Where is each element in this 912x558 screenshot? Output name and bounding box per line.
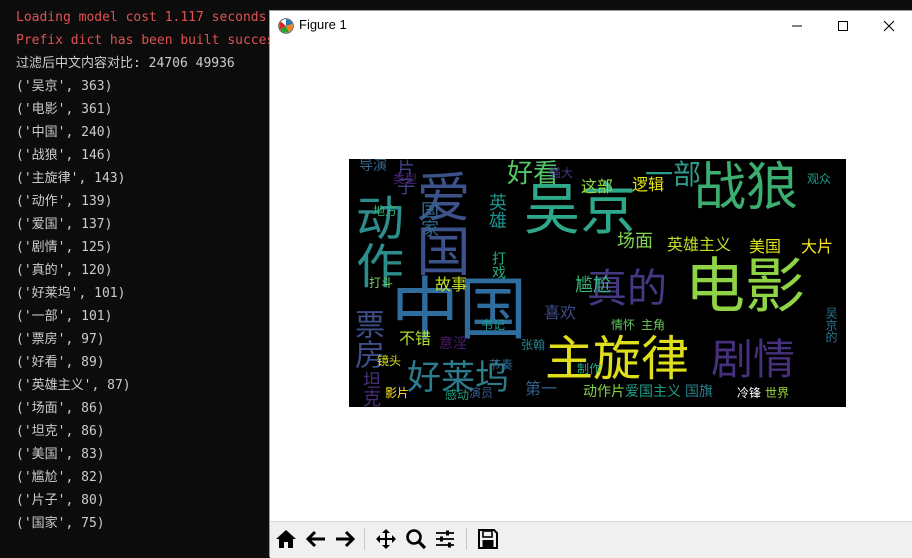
- toolbar-separator: [466, 528, 467, 550]
- word-cloud-word: 类型: [393, 172, 418, 186]
- console-line: Loading model cost 1.117 seconds.: [16, 10, 270, 25]
- word-cloud-word: 感动: [445, 388, 470, 402]
- close-icon: [883, 20, 895, 32]
- word-cloud-word: 尴尬: [575, 275, 611, 296]
- window-title: Figure 1: [299, 17, 347, 32]
- console-line: ('美国', 83): [16, 447, 105, 462]
- word-cloud-word: 张翰: [521, 338, 546, 352]
- word-cloud-word: 不错: [399, 329, 432, 348]
- close-button[interactable]: [866, 11, 912, 41]
- word-cloud-word: 书记: [481, 318, 506, 332]
- console-line: ('电影', 361): [16, 102, 113, 117]
- zoom-button[interactable]: [402, 525, 430, 553]
- configure-subplots-button[interactable]: [431, 525, 459, 553]
- console-line: ('剧情', 125): [16, 240, 113, 255]
- word-cloud-word: 镜头: [377, 354, 402, 368]
- word-cloud-word: 英雄主义: [667, 235, 732, 254]
- pan-button[interactable]: [372, 525, 400, 553]
- maximize-button[interactable]: [820, 11, 866, 41]
- console-line: ('片子', 80): [16, 493, 105, 508]
- forward-button[interactable]: [331, 525, 359, 553]
- console-line: ('英雄主义', 87): [16, 378, 131, 393]
- word-cloud-word: 意淫: [439, 336, 467, 352]
- console-line: ('中国', 240): [16, 125, 113, 140]
- console-line: ('战狼', 146): [16, 148, 113, 163]
- word-cloud-word: 主角: [641, 318, 666, 332]
- console-line: ('尴尬', 82): [16, 470, 105, 485]
- word-cloud-word: 吴京的: [824, 307, 838, 343]
- back-button[interactable]: [302, 525, 330, 553]
- navigation-toolbar: [270, 521, 912, 558]
- console-line: ('真的', 120): [16, 263, 113, 278]
- word-cloud-word: 导演: [359, 159, 387, 174]
- word-cloud-word: 逻辑: [632, 175, 665, 194]
- save-icon: [478, 529, 498, 549]
- home-icon: [276, 530, 296, 548]
- figure-window: Figure 1 战狼 吴京 电影 中国 主旋律 动作 爱国 剧情 真的 好莱坞 一部 票房 好看 英雄主…: [269, 10, 912, 558]
- word-cloud-word: 主旋律: [545, 331, 690, 387]
- word-cloud-word: 电影: [685, 252, 805, 322]
- word-cloud-word: 喜欢: [544, 303, 577, 322]
- word-cloud-image: 战狼 吴京 电影 中国 主旋律 动作 爱国 剧情 真的 好莱坞 一部 票房 好看 英雄主义 场面 坦克 美国 尴尬…: [349, 159, 846, 407]
- word-cloud-word: 国家: [418, 201, 439, 237]
- maximize-icon: [838, 21, 848, 31]
- word-cloud-word: 剧情: [711, 335, 796, 384]
- console-line: ('动作', 139): [16, 194, 113, 209]
- word-cloud-word: 第一: [525, 379, 558, 398]
- word-cloud-word: 打斗: [369, 276, 394, 290]
- minimize-button[interactable]: [774, 11, 820, 41]
- save-button[interactable]: [474, 525, 502, 553]
- zoom-icon: [406, 529, 427, 550]
- word-cloud-word: 冷锋: [737, 386, 762, 400]
- word-cloud-word: 观众: [807, 172, 832, 186]
- back-arrow-icon: [305, 530, 325, 548]
- word-cloud-word: 故事: [435, 275, 468, 294]
- word-cloud-word: 国旗: [685, 384, 713, 400]
- console-line: ('主旋律', 143): [16, 171, 126, 186]
- pan-icon: [376, 529, 396, 549]
- word-cloud-word: 场面: [617, 231, 653, 252]
- console-line: ('坦克', 86): [16, 424, 105, 439]
- word-cloud-word: 动作片: [583, 384, 625, 400]
- matplotlib-app-icon: [278, 18, 294, 34]
- console-line: ('吴京', 363): [16, 79, 113, 94]
- console-line: ('场面', 86): [16, 401, 105, 416]
- word-cloud-word: 情怀: [611, 318, 636, 332]
- word-cloud-word: 爱国主义: [625, 384, 681, 400]
- forward-arrow-icon: [336, 530, 356, 548]
- console-line: 过滤后中文内容对比: 24706 49936: [16, 56, 235, 71]
- word-cloud-word: 地方: [373, 204, 398, 218]
- console-line: ('票房', 97): [16, 332, 105, 347]
- figure-canvas[interactable]: 战狼 吴京 电影 中国 主旋律 动作 爱国 剧情 真的 好莱坞 一部 票房 好看 英雄主义 场面 坦克 美国 尴尬…: [270, 41, 912, 521]
- title-bar[interactable]: Figure 1: [270, 11, 912, 41]
- console-line: ('好看', 89): [16, 355, 105, 370]
- configure-subplots-icon: [436, 530, 454, 548]
- word-cloud-word: 世界: [765, 386, 790, 400]
- console-line: Prefix dict has been built successfully.: [16, 33, 270, 48]
- console-line: ('一部', 101): [16, 309, 113, 324]
- console-line: ('爱国', 137): [16, 217, 113, 232]
- word-cloud-word: 打戏: [490, 251, 506, 279]
- console-line: ('国家', 75): [16, 516, 105, 531]
- word-cloud-word: 这部: [581, 177, 614, 196]
- console-line: ('好莱坞', 101): [16, 286, 126, 301]
- word-cloud-word: 制作: [577, 362, 602, 376]
- word-cloud-word: 演员: [469, 386, 494, 400]
- word-cloud-word: 美国: [749, 237, 782, 256]
- home-button[interactable]: [272, 525, 300, 553]
- word-cloud-word: 战狼: [694, 159, 799, 218]
- minimize-icon: [792, 25, 802, 27]
- word-cloud-word: 坦克: [360, 371, 381, 407]
- word-cloud-word: 强大: [549, 166, 574, 180]
- word-cloud-word: 大片: [801, 237, 834, 256]
- toolbar-separator: [364, 528, 365, 550]
- word-cloud-word: 影片: [385, 386, 410, 400]
- word-cloud-word: 节奏: [489, 358, 514, 372]
- console-window: Loading model cost 1.117 seconds. Prefix …: [0, 0, 270, 557]
- word-cloud-word: 英雄: [486, 193, 507, 229]
